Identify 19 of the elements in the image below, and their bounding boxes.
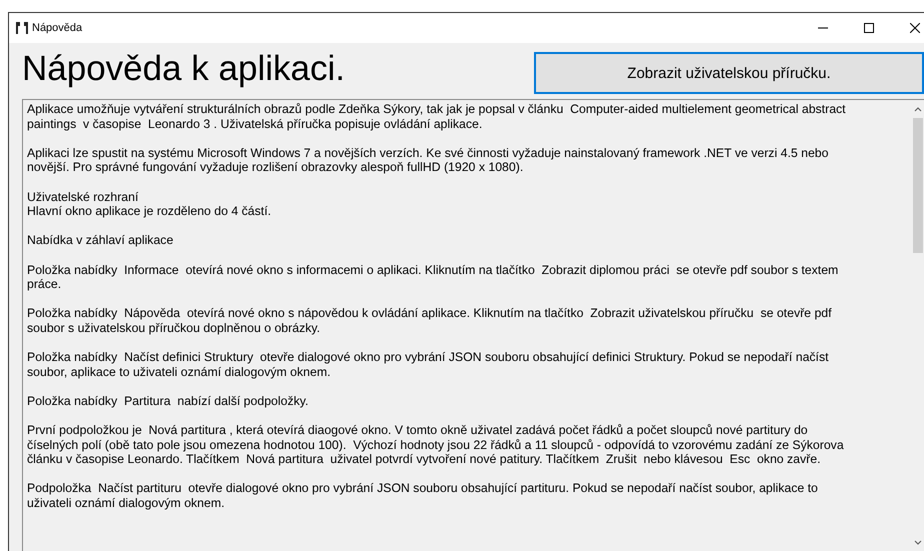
close-icon[interactable] [910,23,920,33]
help-paragraph: Aplikace umožňuje vytváření strukturálních obrazů podle Zdeňka Sýkory, tak jak je popsal v článku Computer-aided multielement geometrical abstract paintings v časopise Leonardo 3 . Uživatelská příručka popisuje ovládání aplikace. [27,102,847,132]
scroll-down-icon[interactable] [914,540,922,546]
help-paragraph: Uživatelské rozhraní Hlavní okno aplikace je rozděleno do 4 částí. [27,190,272,219]
help-paragraph: První podpoložkou je Nová partitura , která otevírá diaogové okno. V tomto okně uživatel zadává počet řádků a počet sloupců nové partitury do číselných polí (obě tato pole jsou omezena hodnotou 100). Výchozí hodnoty jsou 22 řádků a 11 sloupců - odpovídá to vzorovému zadání ze Sýkorova článku v časopise Leonardo. Tlačítkem Nová partitura uživatel potvrdí vytvoření nové patitury. Tlačítkem Zrušit nebo klávesou Esc okno zavře. [27,423,845,467]
help-paragraph: Nabídka v záhlaví aplikace [27,233,174,248]
help-paragraph: Položka nabídky Nápověda otevírá nové okno s nápovědou k ovládání aplikace. Kliknutím na tlačítko Zobrazit uživatelskou příručku se otevře pdf soubor s uživatelskou příručkou doplněnou o obrázky. [27,306,833,336]
help-paragraph: Aplikaci lze spustit na systému Microsoft Windows 7 a novějších verzích. Ke své činnosti vyžaduje nainstalovaný framework .NET ve verzi 4.5 nebo novější. Pro správné fungování vyžaduje rozlišení obrazovky alespoň fullHD (1920 x 1080). [27,146,830,175]
help-paragraph: Položka nabídky Informace otevírá nové okno s informacemi o aplikaci. Kliknutím na tlačítko Zobrazit diplomou práci se otevře pdf soubor s textem práce. [27,262,840,292]
app-icon [15,21,29,35]
help-paragraph: Položka nabídky Načíst definici Struktury otevře dialogové okno pro vybrání JSON souboru obsahující definici Struktury. Pokud se nepodaří načíst soubor, aplikace to uživateli oznámí dialogovým oknem. [27,350,830,380]
maximize-icon[interactable] [864,23,874,33]
window-title: Nápověda [32,22,82,34]
page-heading: Nápověda k aplikaci. [22,49,345,89]
scrollbar-thumb[interactable] [912,118,922,253]
scroll-up-icon[interactable] [914,106,922,112]
manual-button[interactable]: Zobrazit uživatelskou příručku. [534,52,924,94]
help-paragraph: Položka nabídky Partitura nabízí další podpoložky. [27,394,310,408]
help-paragraph: Podpoložka Načíst partituru otevře dialogové okno pro vybrání JSON souboru obsahující partituru. Pokud se nepodaří načíst soubor, aplikace to uživateli oznámí dialogovým oknem. [27,481,819,511]
